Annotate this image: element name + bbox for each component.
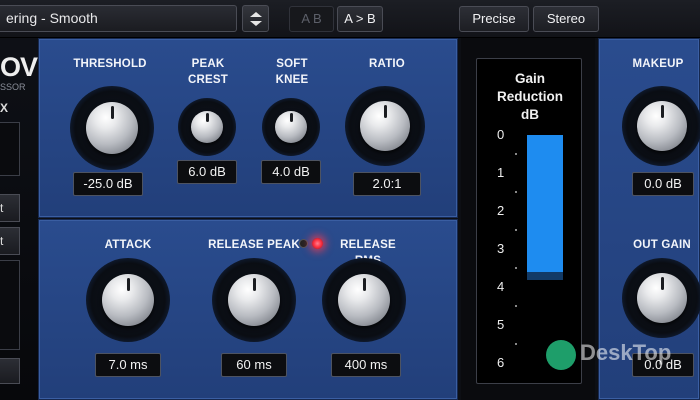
- left-strip: OV SSOR X t t TY: [0, 38, 38, 400]
- meter-minor-tick: [515, 153, 517, 155]
- out-gain-label: OUT GAIN: [633, 239, 691, 251]
- attack-label: ATTACK: [104, 239, 152, 251]
- threshold-knob[interactable]: [70, 86, 154, 170]
- meter-title-line1: Gain: [514, 71, 545, 86]
- peak-crest-label-line1: PEAK: [191, 58, 225, 70]
- left-button-1[interactable]: t: [0, 194, 20, 222]
- release-peak-value[interactable]: 60 ms: [221, 353, 287, 377]
- plugin-subtitle: SSOR: [0, 82, 26, 92]
- soft-knee-label: SOFT KNEE: [262, 56, 322, 88]
- gain-reduction-bar: [527, 135, 563, 272]
- meter-tick-label: 2: [497, 203, 505, 218]
- threshold-value[interactable]: -25.0 dB: [73, 172, 143, 196]
- meter-minor-tick: [515, 191, 517, 193]
- makeup-knob[interactable]: [622, 86, 700, 166]
- makeup-label: MAKEUP: [632, 58, 684, 70]
- precise-button[interactable]: Precise: [459, 6, 529, 32]
- attack-knob[interactable]: [86, 258, 170, 342]
- gain-reduction-bar-tail: [527, 271, 563, 280]
- release-rms-value[interactable]: 400 ms: [331, 353, 401, 377]
- peak-crest-knob[interactable]: [178, 98, 236, 156]
- ab-toggle-button[interactable]: A B: [289, 6, 334, 32]
- meter-tick-label: 3: [497, 241, 505, 256]
- soft-knee-label-line1: SOFT: [276, 58, 308, 70]
- release-peak-knob[interactable]: [212, 258, 296, 342]
- meter-tick-label: 1: [497, 165, 505, 180]
- release-peak-led[interactable]: [299, 239, 308, 248]
- release-rms-led[interactable]: [312, 238, 323, 249]
- copy-a-to-b-button[interactable]: A > B: [337, 6, 383, 32]
- meter-title-line3: dB: [521, 107, 539, 122]
- meter-minor-tick: [515, 267, 517, 269]
- section-label: X: [0, 101, 9, 115]
- meter-tick-label: 4: [497, 279, 505, 294]
- threshold-label: THRESHOLD: [73, 58, 147, 70]
- left-display: [0, 122, 20, 176]
- makeup-value[interactable]: 0.0 dB: [632, 172, 694, 196]
- peak-crest-label-line2: CREST: [188, 74, 228, 86]
- meter-minor-tick: [515, 305, 517, 307]
- meter-minor-tick: [515, 343, 517, 345]
- gain-reduction-meter: Gain Reduction dB 0 1 2 3 4 5 6: [476, 58, 582, 384]
- watermark-text: DeskTop: [580, 340, 672, 365]
- meter-tick-label: 0: [497, 127, 505, 142]
- plugin-logo-text: OV: [0, 52, 38, 82]
- meter-title-line2: Reduction: [497, 89, 563, 104]
- attack-value[interactable]: 7.0 ms: [95, 353, 161, 377]
- top-toolbar: ering - Smooth A B A > B Precise Stereo: [0, 0, 700, 38]
- soft-knee-knob[interactable]: [262, 98, 320, 156]
- preset-stepper[interactable]: [242, 5, 269, 32]
- left-button-3[interactable]: [0, 358, 20, 384]
- ratio-label: RATIO: [369, 58, 405, 70]
- ratio-value[interactable]: 2.0:1: [353, 172, 421, 196]
- stereo-button[interactable]: Stereo: [533, 6, 599, 32]
- out-gain-knob[interactable]: [622, 258, 700, 338]
- release-peak-label: RELEASE PEAK: [208, 239, 300, 251]
- left-display-2: [0, 260, 20, 350]
- preset-name-field[interactable]: ering - Smooth: [0, 5, 237, 32]
- ratio-knob[interactable]: [345, 86, 425, 166]
- left-button-2[interactable]: t: [0, 227, 20, 255]
- peak-crest-value[interactable]: 6.0 dB: [177, 160, 237, 184]
- peak-crest-label: PEAK CREST: [178, 56, 238, 88]
- meter-minor-tick: [515, 229, 517, 231]
- up-down-arrows-icon: [250, 12, 262, 26]
- watermark-logo-icon: [546, 340, 576, 370]
- release-rms-knob[interactable]: [322, 258, 406, 342]
- meter-tick-label: 6: [497, 355, 505, 370]
- soft-knee-value[interactable]: 4.0 dB: [261, 160, 321, 184]
- soft-knee-label-line2: KNEE: [275, 74, 309, 86]
- meter-tick-label: 5: [497, 317, 505, 332]
